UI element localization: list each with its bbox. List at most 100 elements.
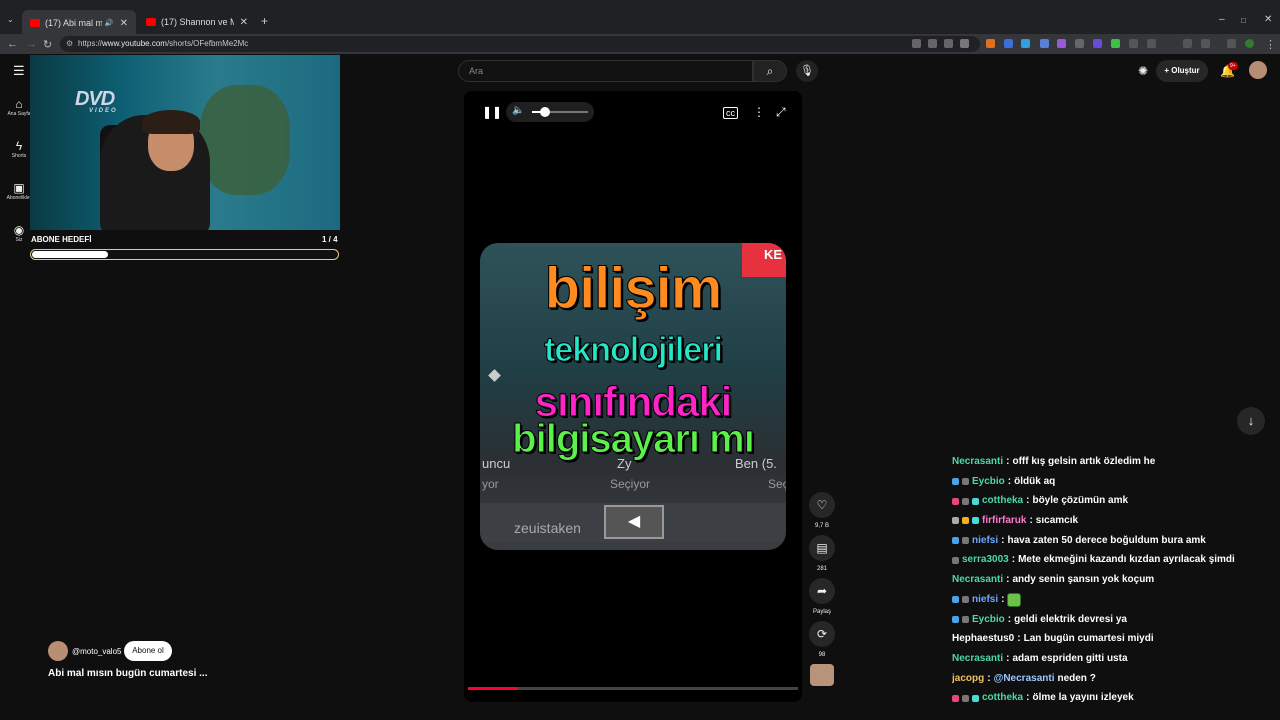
chat-username[interactable]: Necrasanti [952,570,1003,590]
volume-slider-handle[interactable] [540,107,551,117]
voice-search-button[interactable]: 🎙 [796,60,818,82]
chat-username[interactable]: Eycbio [972,472,1005,492]
extension-icon[interactable] [1004,39,1013,48]
search-input[interactable]: Ara [458,60,753,82]
minimize-button[interactable]: – [1219,14,1225,25]
video-progress-bar[interactable] [468,687,798,690]
tab-search-icon[interactable]: ⌄ [7,15,14,24]
tab-shannon-mete[interactable]: (17) Shannon ve Mete'nin Kara ✕ [138,12,256,32]
share-button[interactable]: ➦ Paylaş [808,578,836,615]
chat-text: geldi elektrik devresi ya [1014,613,1127,625]
video-frame: KE uncu yor Zy Seçiyor Ben (5. Seç zeuis… [480,243,786,550]
reload-icon[interactable]: ↻ [43,38,52,51]
tab-close-icon[interactable]: ✕ [240,17,248,28]
extension-icon[interactable] [1147,39,1156,48]
chat-message: cottheka: ölme la yayını izleyek [952,688,1272,708]
extension-icon[interactable] [1057,39,1066,48]
window-close-button[interactable]: ✕ [1264,14,1272,25]
video-title[interactable]: Abi mal mısın bugün cumartesi ... [48,668,207,679]
chat-badge-icon [952,596,959,604]
zoom-icon[interactable] [912,39,921,48]
shorts-player[interactable]: ❚❚ 🔈 cc ⋮ ⤢ KE uncu yor Zy Seçiyor Ben (… [464,91,802,702]
chat-text: böyle çözümün amk [1032,495,1129,507]
volume-icon[interactable]: 🔈 [512,105,524,116]
video-progress-fill [468,687,518,690]
extension-icon[interactable] [1183,39,1192,48]
tab-audio-icon[interactable]: 🔊 [105,19,114,27]
chat-separator: : [1029,515,1033,527]
hamburger-menu-icon[interactable]: ☰ [13,63,25,79]
comment-icon: ▤ [809,535,835,561]
more-options-icon[interactable]: ⋮ [753,105,765,119]
share-label: Paylaş [812,609,831,615]
chat-text: andy senin şansın yok koçum [1012,574,1155,586]
fullscreen-icon[interactable]: ⤢ [776,105,786,120]
extension-icon[interactable] [1075,39,1084,48]
cast-icon[interactable] [928,39,937,48]
remix-icon: ⟳ [809,621,835,647]
chat-text: ölme la yayını izleyek [1032,692,1134,704]
extension-icon[interactable] [1129,39,1138,48]
new-tab-button[interactable]: + [261,14,268,28]
remix-button[interactable]: ⟳ 98 [808,621,836,658]
comment-button[interactable]: ▤ 281 [808,535,836,572]
chat-username[interactable]: niefsi [972,590,998,610]
extension-icon[interactable] [1093,39,1102,48]
extensions-puzzle-icon[interactable] [1201,39,1210,48]
maximize-button[interactable]: □ [1241,16,1246,25]
chat-message: Eycbio: öldük aq [952,472,1272,492]
chat-message: firfirfaruk: sıcamcık [952,511,1272,531]
chat-message: Necrasanti: adam espriden gitti usta [952,649,1272,669]
eye-off-icon[interactable] [944,39,953,48]
chat-username[interactable]: cottheka [982,491,1023,511]
pause-icon[interactable]: ❚❚ [482,105,502,119]
create-button[interactable]: + Oluştur [1156,60,1208,82]
chat-message: Eycbio: geldi elektrik devresi ya [952,610,1272,630]
extension-icon[interactable] [1227,39,1236,48]
chat-username[interactable]: Necrasanti [952,452,1003,472]
notification-badge: 9+ [1228,62,1238,70]
watermark-text: zeuistaken [514,520,581,536]
ingame-text: Seçiyor [610,477,651,491]
extension-icon[interactable] [986,39,995,48]
url-text: https://www.youtube.com/shorts/OFefbmMe2… [78,39,249,48]
captions-icon[interactable]: cc [723,107,738,119]
chat-username[interactable]: jacopg [952,669,984,689]
chat-message: cottheka: böyle çözümün amk [952,491,1272,511]
tab-close-icon[interactable]: ✕ [120,18,128,29]
account-avatar[interactable] [1249,61,1267,79]
channel-handle[interactable]: @moto_valo5 [72,647,121,656]
site-info-icon[interactable]: ⚙ [66,39,73,48]
extension-icon[interactable] [1040,39,1049,48]
bookmark-star-icon[interactable] [960,39,969,48]
comment-count: 281 [816,566,827,572]
youtube-favicon-icon [146,18,156,26]
back-icon[interactable]: ← [7,38,18,50]
forward-icon[interactable]: → [26,38,37,50]
browser-menu-icon[interactable]: ⋮ [1265,38,1276,51]
search-button[interactable]: ⌕ [753,60,787,82]
chat-username[interactable]: serra3003 [962,550,1009,570]
browser-toolbar: ← → ↻ ⚙ https://www.youtube.com/shorts/O… [0,34,1280,54]
subscribe-button[interactable]: Abone ol [124,641,172,661]
chat-username[interactable]: Hephaestus0 [952,629,1014,649]
chat-username[interactable]: cottheka [982,688,1023,708]
next-short-button[interactable]: ↓ [1237,407,1265,435]
cast-gear-icon[interactable]: ✺ [1138,64,1148,78]
extension-icon[interactable] [1111,39,1120,48]
chat-username[interactable]: niefsi [972,531,998,551]
ingame-mute-icon: ◀ [604,505,664,539]
volume-control[interactable]: 🔈 [506,102,594,122]
profile-icon[interactable] [1245,39,1254,48]
like-button[interactable]: ♡ 9,7 B [808,492,836,529]
chat-separator: : [1007,475,1012,487]
address-bar[interactable]: ⚙ https://www.youtube.com/shorts/OFefbmM… [60,36,980,52]
channel-avatar[interactable] [48,641,68,661]
tab-youtube-short[interactable]: (17) Abi mal mısın bugün c 🔊 ✕ [22,10,136,36]
chat-badge-icon [952,694,959,702]
sound-thumbnail[interactable] [810,664,834,686]
chat-username[interactable]: firfirfaruk [982,511,1026,531]
chat-username[interactable]: Necrasanti [952,649,1003,669]
chat-username[interactable]: Eycbio [972,610,1005,630]
extension-icon[interactable] [1021,39,1030,48]
